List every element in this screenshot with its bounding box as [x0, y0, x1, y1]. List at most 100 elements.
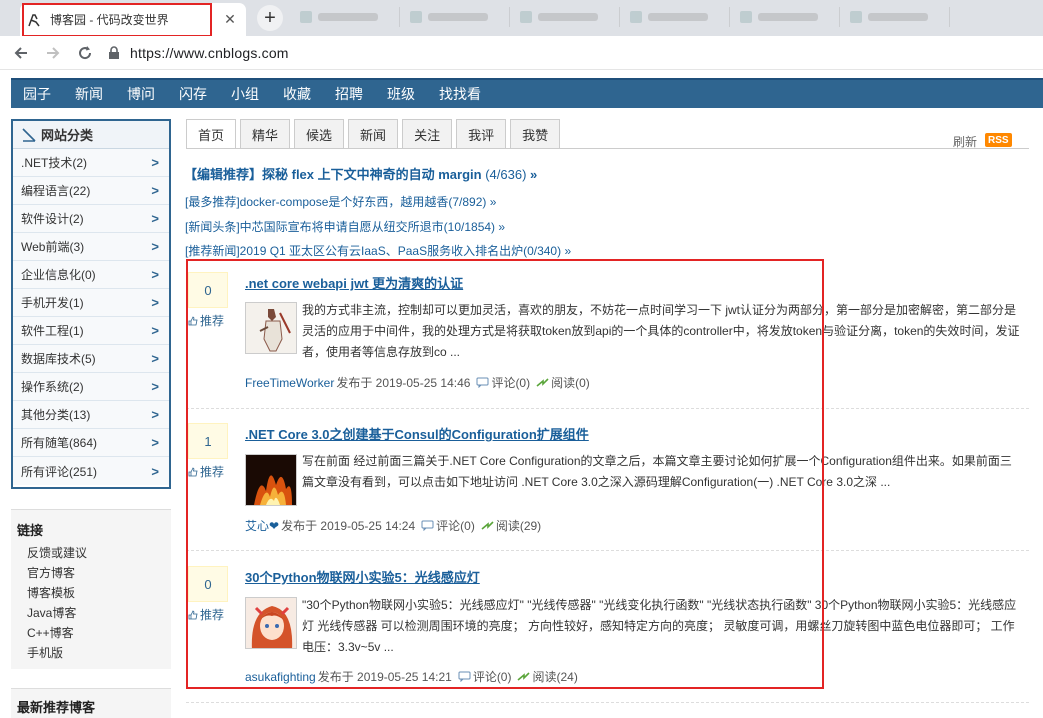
tab-following[interactable]: 关注: [402, 119, 453, 148]
cnblogs-favicon-icon: [26, 12, 42, 28]
nav-item-groups[interactable]: 小组: [231, 84, 259, 104]
thumb-icon: [188, 609, 198, 619]
digg-box: 1 推荐: [188, 423, 230, 480]
browser-tab-active[interactable]: 博客园 - 代码改变世界 ✕: [20, 3, 246, 36]
post-reads[interactable]: 阅读(0): [551, 374, 590, 391]
url-text: https://www.cnblogs.com: [130, 44, 289, 61]
reload-icon[interactable]: [72, 40, 98, 66]
chevron-right-icon: >: [151, 435, 159, 450]
tab-featured[interactable]: 精华: [240, 119, 291, 148]
author-avatar[interactable]: [245, 597, 297, 649]
category-item[interactable]: 软件设计(2) >: [13, 205, 169, 233]
post-meta: FreeTimeWorker 发布于 2019-05-25 14:46 评论(0…: [245, 374, 590, 391]
post-author[interactable]: 艾心❤: [245, 517, 279, 534]
category-item[interactable]: 其他分类(13) >: [13, 401, 169, 429]
sidebar-link[interactable]: 官方博客: [17, 563, 171, 583]
links-panel: 链接 反馈或建议 官方博客 博客模板 Java博客 C++博客 手机版: [11, 509, 171, 669]
category-item[interactable]: Web前端(3) >: [13, 233, 169, 261]
nav-item-favorites[interactable]: 收藏: [283, 84, 311, 104]
nav-item-garden[interactable]: 园子: [23, 84, 51, 104]
category-item[interactable]: 编程语言(22) >: [13, 177, 169, 205]
thumb-icon: [188, 466, 198, 476]
sidebar-link[interactable]: 博客模板: [17, 583, 171, 603]
digg-count: 1: [188, 423, 228, 459]
category-item[interactable]: 企业信息化(0) >: [13, 261, 169, 289]
recommend-button[interactable]: 推荐: [188, 463, 230, 480]
chevron-right-icon: >: [151, 323, 159, 338]
new-tab-button[interactable]: +: [257, 5, 283, 31]
tab-my-comments[interactable]: 我评: [456, 119, 507, 148]
recommend-button[interactable]: 推荐: [188, 312, 230, 329]
background-tab[interactable]: [840, 7, 950, 27]
post-author[interactable]: FreeTimeWorker: [245, 376, 334, 390]
tab-news[interactable]: 新闻: [348, 119, 399, 148]
digg-box: 0 推荐: [188, 272, 230, 329]
background-tab[interactable]: [290, 7, 400, 27]
back-icon[interactable]: [8, 40, 34, 66]
author-avatar[interactable]: [245, 302, 297, 354]
category-item[interactable]: 软件工程(1) >: [13, 317, 169, 345]
sidebar-link[interactable]: Java博客: [17, 603, 171, 623]
main-tabs: 首页 精华 候选 新闻 关注 我评 我赞: [186, 119, 564, 149]
category-item[interactable]: 所有随笔(864) >: [13, 429, 169, 457]
sidebar-link[interactable]: 反馈或建议: [17, 543, 171, 563]
read-arrow-icon: [536, 378, 549, 387]
category-item[interactable]: 所有评论(251) >: [13, 457, 169, 485]
rss-badge[interactable]: RSS: [985, 133, 1012, 147]
post-comments[interactable]: 评论(0): [436, 517, 475, 534]
background-tab[interactable]: [400, 7, 510, 27]
post-reads[interactable]: 阅读(24): [532, 668, 577, 685]
author-avatar[interactable]: [245, 454, 297, 506]
category-panel: 网站分类 .NET技术(2) > 编程语言(22) > 软件设计(2) > Web前端…: [11, 119, 171, 489]
forward-icon[interactable]: [40, 40, 66, 66]
category-item[interactable]: .NET技术(2) >: [13, 149, 169, 177]
background-tab[interactable]: [730, 7, 840, 27]
news-item[interactable]: [新闻头条]中芯国际宣布将申请自愿从纽交所退市(10/1854) »: [185, 218, 505, 235]
chevron-right-icon: >: [151, 267, 159, 282]
category-item[interactable]: 数据库技术(5) >: [13, 345, 169, 373]
post-reads[interactable]: 阅读(29): [496, 517, 541, 534]
tab-my-likes[interactable]: 我赞: [510, 119, 561, 148]
news-item[interactable]: [最多推荐]docker-compose是个好东西，越用越香(7/892) »: [185, 193, 496, 210]
nav-item-qa[interactable]: 博问: [127, 84, 155, 104]
post-meta: 艾心❤ 发布于 2019-05-25 14:24 评论(0) 阅读(29): [245, 517, 541, 534]
post-divider: [186, 408, 1029, 409]
chevron-right-icon: >: [151, 211, 159, 226]
chevron-right-icon: >: [151, 183, 159, 198]
read-arrow-icon: [517, 672, 531, 681]
background-tab[interactable]: [620, 7, 730, 27]
sidebar-link[interactable]: 手机版: [17, 643, 171, 663]
browser-toolbar: https://www.cnblogs.com: [0, 36, 1043, 70]
category-title: 网站分类: [41, 128, 94, 143]
tab-close-icon[interactable]: ✕: [220, 10, 240, 30]
tab-home[interactable]: 首页: [186, 119, 237, 149]
category-item[interactable]: 操作系统(2) >: [13, 373, 169, 401]
post-comments[interactable]: 评论(0): [491, 374, 530, 391]
editor-pick-headline[interactable]: 【编辑推荐】探秘 flex 上下文中神奇的自动 margin (4/636) »: [184, 164, 537, 183]
category-item[interactable]: 手机开发(1) >: [13, 289, 169, 317]
nav-item-class[interactable]: 班级: [387, 84, 415, 104]
links-title: 链接: [17, 523, 44, 538]
news-item[interactable]: [推荐新闻]2019 Q1 亚太区公有云IaaS、PaaS服务收入排名出炉(0/…: [185, 242, 571, 259]
site-nav-bar: 园子 新闻 博问 闪存 小组 收藏 招聘 班级 找找看: [11, 78, 1043, 108]
nav-item-jobs[interactable]: 招聘: [335, 84, 363, 104]
background-tab[interactable]: [510, 7, 620, 27]
sidebar-link[interactable]: C++博客: [17, 623, 171, 643]
nav-item-flash[interactable]: 闪存: [179, 84, 207, 104]
tab-candidates[interactable]: 候选: [294, 119, 345, 148]
chevron-right-icon: >: [151, 239, 159, 254]
chevron-right-icon: >: [151, 407, 159, 422]
post-title[interactable]: 30个Python物联网小实验5：光线感应灯: [245, 567, 480, 586]
address-bar[interactable]: https://www.cnblogs.com: [108, 39, 289, 67]
post-comments[interactable]: 评论(0): [473, 668, 512, 685]
tabs-baseline: [186, 148, 1029, 149]
headline-more[interactable]: »: [530, 167, 537, 182]
post-title[interactable]: .net core webapi jwt 更为清爽的认证: [245, 273, 463, 292]
post-author[interactable]: asukafighting: [245, 670, 316, 684]
post-date: 发布于 2019-05-25 14:21: [317, 670, 452, 684]
recommend-button[interactable]: 推荐: [188, 606, 230, 623]
post-title[interactable]: .NET Core 3.0之创建基于Consul的Configuration扩展…: [245, 424, 589, 443]
refresh-link[interactable]: 刷新: [953, 133, 977, 150]
nav-item-news[interactable]: 新闻: [75, 84, 103, 104]
nav-item-search[interactable]: 找找看: [439, 84, 481, 104]
